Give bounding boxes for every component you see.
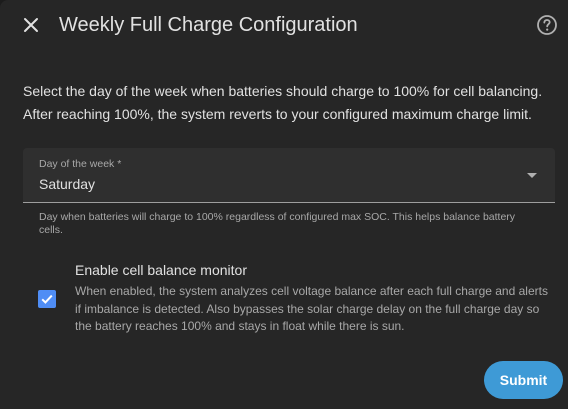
day-of-week-select[interactable]: Day of the week * Saturday [23, 148, 555, 203]
checkmark-icon [41, 294, 53, 304]
help-button[interactable] [535, 13, 559, 37]
dialog-title: Weekly Full Charge Configuration [59, 14, 358, 36]
dialog-description: Select the day of the week when batterie… [23, 80, 553, 126]
day-of-week-value: Saturday [39, 176, 96, 192]
day-of-week-helper-text: Day when batteries will charge to 100% r… [39, 211, 516, 236]
cell-balance-monitor-description: When enabled, the system analyzes cell v… [75, 284, 548, 333]
description-line-1: Select the day of the week when batterie… [23, 83, 543, 99]
dropdown-arrow-icon [527, 173, 537, 178]
help-circle-icon [537, 15, 557, 35]
close-icon [24, 18, 38, 32]
weekly-full-charge-dialog: Weekly Full Charge Configuration Select … [0, 0, 568, 409]
description-line-2: After reaching 100%, the system reverts … [23, 106, 532, 122]
cell-balance-monitor-label: Enable cell balance monitor [75, 262, 247, 278]
close-button[interactable] [19, 13, 43, 37]
cell-balance-monitor-checkbox[interactable] [38, 290, 56, 308]
day-of-week-label: Day of the week * [39, 158, 122, 170]
submit-button[interactable]: Submit [484, 361, 563, 399]
